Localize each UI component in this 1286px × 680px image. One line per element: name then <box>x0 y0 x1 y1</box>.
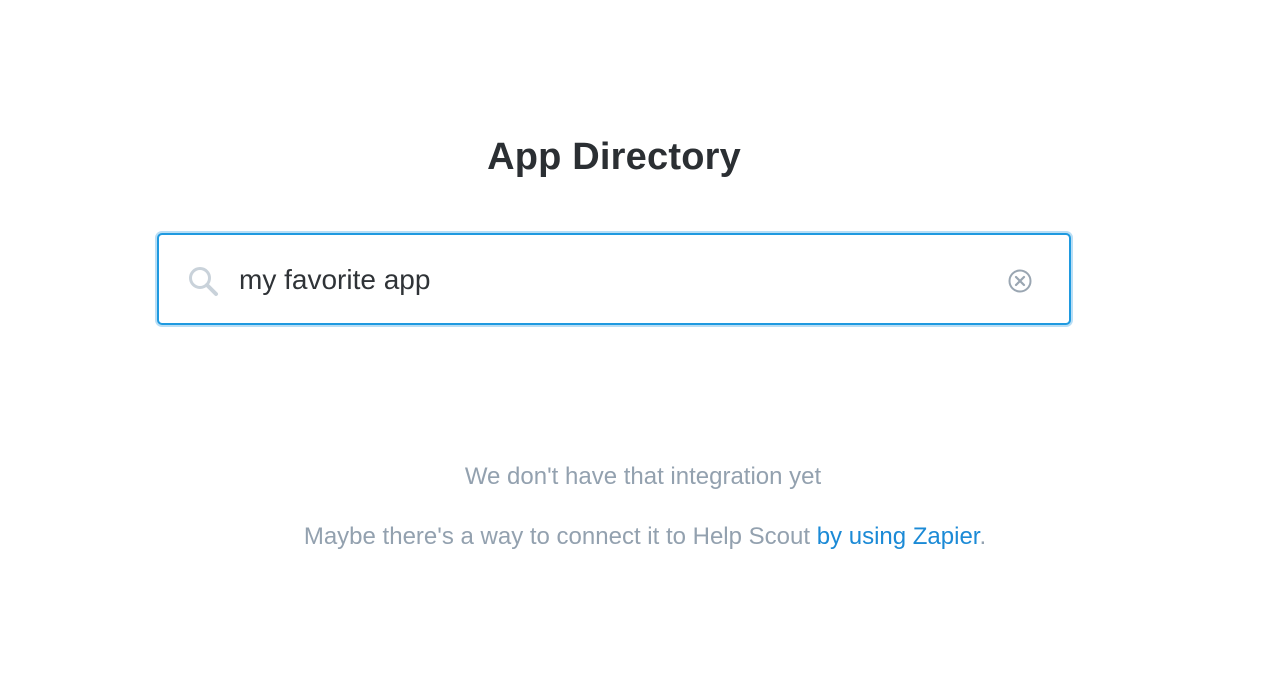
page-title: App Directory <box>487 136 741 178</box>
empty-state-heading: We don't have that integration yet <box>464 463 822 490</box>
search-input[interactable] <box>239 255 979 305</box>
search-icon <box>187 265 221 299</box>
empty-state-text-before-link: Maybe there's a way to connect it to Hel… <box>303 523 817 550</box>
app-directory-page: App Directory We don't have that integra… <box>0 0 1286 680</box>
zapier-link[interactable]: by using Zapier <box>817 523 980 550</box>
empty-state-text: Maybe there's a way to connect it to Hel… <box>0 523 1286 551</box>
clear-circle-icon[interactable] <box>1007 268 1033 294</box>
empty-state-text-after-link: . <box>979 523 987 550</box>
search-box[interactable] <box>157 233 1071 325</box>
